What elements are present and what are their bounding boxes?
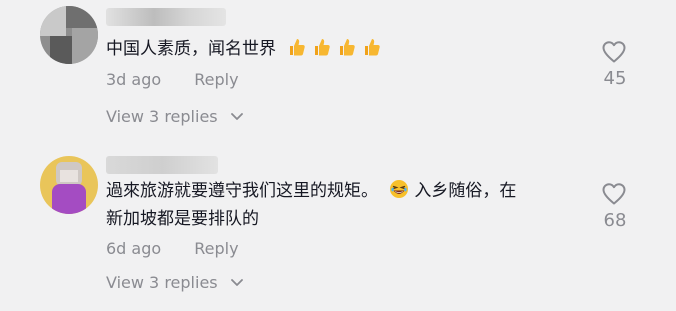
- comment-time: 3d ago: [106, 70, 162, 89]
- avatar[interactable]: [40, 156, 98, 214]
- comment-text: 中国人素质，闻名世界: [106, 35, 387, 63]
- comment-meta: 3d ago Reply: [106, 70, 239, 89]
- comment-item: 過來旅游就要遵守我们这里的规矩。 入乡随俗，在 新加坡都是要排队的 6d ago…: [0, 150, 676, 311]
- thumbs-up-icon: [312, 37, 332, 57]
- thumbs-up-icon: [337, 37, 357, 57]
- comment-text: 過來旅游就要遵守我们这里的规矩。 入乡随俗，在 新加坡都是要排队的: [106, 177, 516, 233]
- like-count: 45: [603, 68, 627, 89]
- view-replies-label: View 3 replies: [106, 273, 218, 292]
- comment-time: 6d ago: [106, 239, 162, 258]
- heart-icon: [598, 40, 630, 64]
- comment-text-part1: 過來旅游就要遵守我们这里的规矩。: [106, 181, 378, 201]
- reply-button[interactable]: Reply: [194, 70, 238, 89]
- username-blurred[interactable]: [106, 8, 226, 26]
- like-button[interactable]: 68: [598, 182, 630, 231]
- comment-text-body: 中国人素质，闻名世界: [106, 39, 276, 59]
- chevron-down-icon: [230, 272, 243, 291]
- reply-button[interactable]: Reply: [194, 239, 238, 258]
- like-button[interactable]: 45: [598, 40, 630, 89]
- like-count: 68: [603, 210, 627, 231]
- chevron-down-icon: [230, 106, 243, 125]
- comment-text-line2: 新加坡都是要排队的: [106, 209, 259, 229]
- comment-item: 中国人素质，闻名世界 3d ago Reply View 3 replies 4…: [0, 0, 676, 150]
- thumbs-up-icon: [362, 37, 382, 57]
- view-replies-button[interactable]: View 3 replies: [106, 272, 243, 292]
- comment-meta: 6d ago Reply: [106, 239, 239, 258]
- laughing-face-icon: [389, 179, 409, 199]
- view-replies-label: View 3 replies: [106, 107, 218, 126]
- comment-text-part2: 入乡随俗，在: [414, 181, 517, 201]
- heart-icon: [598, 182, 630, 206]
- avatar[interactable]: [40, 6, 98, 64]
- username-blurred[interactable]: [106, 156, 218, 174]
- view-replies-button[interactable]: View 3 replies: [106, 106, 243, 126]
- thumbs-up-icon: [287, 37, 307, 57]
